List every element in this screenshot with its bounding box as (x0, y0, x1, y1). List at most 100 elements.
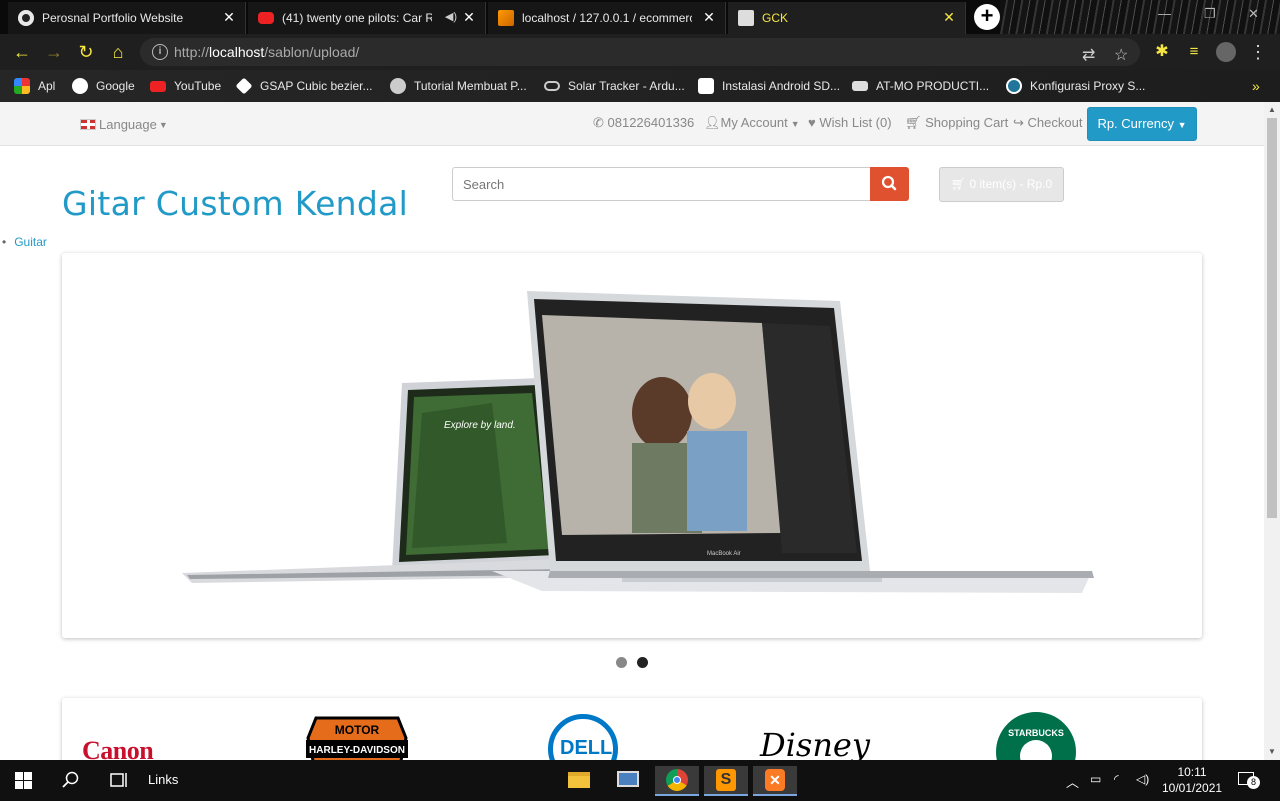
window-close-icon[interactable]: ✕ (1248, 6, 1259, 22)
slide-pager-dot[interactable] (616, 657, 627, 668)
bookmark-label: GSAP Cubic bezier... (260, 79, 373, 93)
tab-portfolio[interactable]: Perosnal Portfolio Website ✕ (8, 2, 246, 34)
bookmark-android[interactable]: Instalasi Android SD... (698, 77, 840, 95)
slideshow-banner[interactable]: Explore by land. MacBook Air (62, 253, 1202, 638)
checkout-label: Checkout (1027, 115, 1083, 130)
taskbar-xampp[interactable]: ✕ (753, 766, 797, 796)
bookmark-star-icon[interactable]: ☆ (1114, 42, 1128, 70)
scroll-down-icon[interactable]: ▼ (1264, 744, 1280, 760)
harley-name-text: HARLEY-DAVIDSON (309, 745, 405, 756)
battery-icon[interactable]: ▭ (1090, 772, 1101, 786)
close-icon[interactable]: ✕ (461, 9, 477, 25)
back-icon[interactable]: ← (10, 40, 34, 64)
info-icon[interactable]: i (152, 44, 168, 60)
cart-summary-button[interactable]: 🛒︎ 0 item(s) - Rp.0 (939, 167, 1064, 202)
wishlist-label: Wish List (0) (819, 115, 892, 130)
bookmark-tutorial[interactable]: Tutorial Membuat P... (390, 77, 527, 95)
browser-tab-strip: Perosnal Portfolio Website ✕ (41) twenty… (0, 0, 1280, 34)
phone-link[interactable]: ✆ 081226401336 (593, 115, 694, 131)
brand-logo-harley[interactable]: MOTOR HARLEY-DAVIDSON (306, 714, 408, 760)
back-laptop-screen-text: Explore by land. (444, 420, 516, 431)
restore-icon[interactable]: ❐ (1204, 6, 1216, 22)
uk-flag-icon (80, 119, 96, 130)
folder-icon (568, 772, 590, 788)
taskbar-file-explorer[interactable] (556, 766, 600, 796)
home-icon[interactable]: ⌂ (106, 40, 130, 64)
brand-logo-canon[interactable]: Canon (82, 736, 154, 760)
minimize-icon[interactable]: — (1158, 6, 1171, 21)
search-button[interactable] (870, 167, 909, 201)
siren-icon (1020, 740, 1052, 760)
my-account-dropdown[interactable]: 👤︎My Account ▼ (704, 115, 800, 131)
media-control-icon[interactable]: ≡ (1182, 40, 1206, 64)
search-icon[interactable] (62, 771, 80, 789)
volume-icon[interactable]: ◁) (1136, 772, 1149, 786)
profile-avatar[interactable] (1214, 40, 1238, 64)
tab-phpmyadmin[interactable]: localhost / 127.0.0.1 / ecommerc ✕ (488, 2, 726, 34)
language-dropdown[interactable]: Language ▼ (80, 117, 168, 132)
bookmark-youtube[interactable]: YouTube (150, 77, 221, 95)
task-view-icon[interactable] (110, 771, 130, 789)
bookmark-google[interactable]: Google (72, 77, 135, 95)
shopping-cart-label: Shopping Cart (925, 115, 1009, 130)
slide-pager-dot-active[interactable] (637, 657, 648, 668)
phone-number: 081226401336 (607, 115, 695, 130)
close-icon[interactable]: ✕ (221, 9, 237, 25)
bookmark-atmo[interactable]: AT-MO PRODUCTI... (852, 77, 989, 95)
taskbar-remote-desktop[interactable] (606, 766, 650, 796)
github-icon (18, 10, 34, 26)
currency-button[interactable]: Rp. Currency ▼ (1087, 107, 1197, 141)
address-bar[interactable]: i http://localhost/sablon/upload/ ⇄ ☆ (140, 38, 1140, 66)
search-input[interactable] (452, 167, 871, 201)
checkout-link[interactable]: ↪ Checkout (1013, 115, 1082, 131)
reload-icon[interactable]: ↻ (74, 40, 98, 64)
links-toolbar[interactable]: Links (148, 772, 178, 787)
brand-logo-disney[interactable]: Disney (760, 726, 870, 760)
harley-motor-text: MOTOR (335, 723, 380, 737)
bookmark-apps[interactable]: Apl (14, 77, 55, 95)
bookmark-proxy[interactable]: Konfigurasi Proxy S... (1006, 77, 1145, 95)
windows-taskbar: Links S ✕ ︿ ▭ ◜ ◁) 10:11 10/01/2021 8 (0, 760, 1280, 801)
bookmark-gsap[interactable]: GSAP Cubic bezier... (235, 77, 373, 95)
url-path: /sablon/upload/ (264, 44, 360, 60)
cart-icon (738, 10, 754, 26)
forward-icon[interactable]: → (42, 40, 66, 64)
shopping-cart-link[interactable]: 🛒︎ Shopping Cart (905, 115, 1008, 131)
notification-count: 8 (1247, 776, 1260, 789)
notification-center[interactable]: 8 (1238, 770, 1260, 789)
store-top-bar: Language ▼ ✆ 081226401336 👤︎My Account ▼ … (0, 102, 1264, 146)
youtube-icon (150, 80, 166, 92)
menu-item-guitar[interactable]: • Guitar (2, 235, 47, 249)
tab-youtube[interactable]: (41) twenty one pilots: Car Ra ◀) ✕ (248, 2, 486, 34)
wifi-icon[interactable]: ◜ (1114, 772, 1119, 786)
caret-down-icon: ▼ (158, 119, 168, 130)
wordpress-icon (1006, 78, 1022, 94)
tray-overflow-icon[interactable]: ︿ (1066, 772, 1079, 791)
bookmark-solar[interactable]: Solar Tracker - Ardu... (544, 77, 685, 95)
new-tab-button[interactable]: + (974, 4, 1000, 30)
brand-logo-dell[interactable]: DELL (548, 714, 618, 760)
windows-start-icon[interactable] (15, 772, 32, 789)
taskbar-chrome[interactable] (655, 766, 699, 796)
close-icon[interactable]: ✕ (701, 9, 717, 25)
bookmark-label: YouTube (174, 79, 222, 93)
menu-kebab-icon[interactable]: ⋮ (1246, 40, 1270, 64)
tab-gck[interactable]: GCK ✕ (728, 2, 966, 34)
tab-title: GCK (762, 11, 789, 25)
brand-logo-starbucks[interactable]: STARBUCKS (996, 712, 1076, 760)
wishlist-link[interactable]: ♥ Wish List (0) (808, 115, 892, 130)
speaker-icon[interactable]: ◀) (445, 10, 457, 23)
scroll-thumb[interactable] (1267, 118, 1277, 518)
extensions-icon[interactable]: ✱ (1150, 40, 1174, 64)
store-logo[interactable]: Gitar Custom Kendal (62, 184, 408, 223)
caret-down-icon: ▼ (790, 119, 800, 129)
scroll-up-icon[interactable]: ▲ (1264, 102, 1280, 118)
translate-icon[interactable]: ⇄ (1082, 42, 1095, 70)
bookmarks-overflow-icon[interactable]: » (1252, 77, 1260, 95)
bookmark-label: AT-MO PRODUCTI... (876, 79, 990, 93)
close-icon[interactable]: ✕ (941, 9, 957, 25)
taskbar-clock[interactable]: 10:11 10/01/2021 (1162, 764, 1222, 796)
phpmyadmin-icon (498, 10, 514, 26)
page-scrollbar[interactable]: ▲ ▼ (1264, 102, 1280, 760)
taskbar-sublime[interactable]: S (704, 766, 748, 796)
